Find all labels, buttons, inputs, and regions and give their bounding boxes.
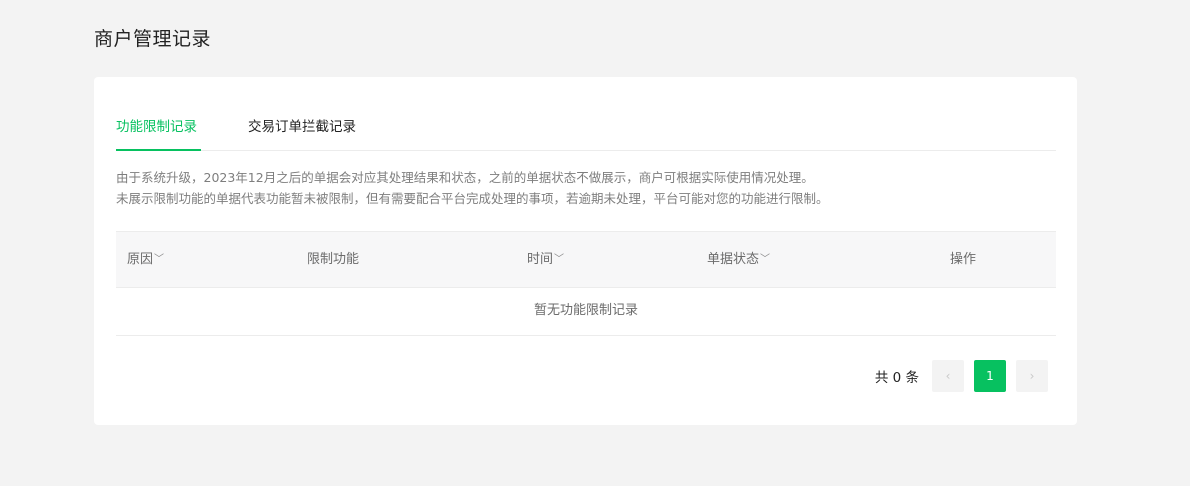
column-header-label: 单据状态 — [707, 252, 760, 267]
column-header-label: 限制功能 — [307, 252, 360, 267]
column-header-label: 操作 — [950, 252, 977, 267]
next-page-button[interactable]: › — [1016, 360, 1048, 392]
prev-page-button[interactable]: ‹ — [932, 360, 964, 392]
chevron-left-icon: ‹ — [945, 369, 951, 383]
page-button-current[interactable]: 1 — [974, 360, 1006, 392]
page: 商户管理记录 功能限制记录 交易订单拦截记录 由于系统升级，2023年12月之后… — [0, 0, 1190, 486]
chevron-down-icon: ﹀ — [554, 254, 565, 265]
column-header-label: 原因 — [127, 252, 154, 267]
column-header-restricted-function: 限制功能 — [307, 232, 359, 287]
chevron-down-icon: ﹀ — [154, 254, 165, 265]
table-header: 原因﹀ 限制功能 时间﹀ 单据状态﹀ 操作 — [116, 231, 1056, 288]
total-count: 共 0 条 — [874, 370, 919, 386]
empty-state: 暂无功能限制记录 — [116, 288, 1056, 336]
column-header-time[interactable]: 时间﹀ — [527, 232, 564, 287]
column-header-actions: 操作 — [950, 232, 976, 287]
records-table: 原因﹀ 限制功能 时间﹀ 单据状态﹀ 操作 暂无功能限制记录 — [116, 231, 1056, 336]
tab-bar: 功能限制记录 交易订单拦截记录 — [116, 116, 1056, 151]
chevron-right-icon: › — [1029, 369, 1035, 383]
notice-text: 由于系统升级，2023年12月之后的单据会对应其处理结果和状态，之前的单据状态不… — [116, 167, 1056, 209]
column-header-label: 时间 — [527, 252, 554, 267]
notice-line-2: 未展示限制功能的单据代表功能暂未被限制，但有需要配合平台完成处理的事项，若逾期未… — [116, 191, 829, 206]
records-card: 功能限制记录 交易订单拦截记录 由于系统升级，2023年12月之后的单据会对应其… — [94, 77, 1077, 425]
tab-function-restriction[interactable]: 功能限制记录 — [116, 116, 201, 151]
column-header-reason[interactable]: 原因﹀ — [127, 232, 164, 287]
column-header-status[interactable]: 单据状态﹀ — [707, 232, 770, 287]
tab-order-interception[interactable]: 交易订单拦截记录 — [248, 116, 356, 151]
pagination: 共 0 条 ‹ 1 › — [875, 360, 1048, 392]
page-title: 商户管理记录 — [94, 28, 212, 50]
chevron-down-icon: ﹀ — [760, 254, 771, 265]
notice-line-1: 由于系统升级，2023年12月之后的单据会对应其处理结果和状态，之前的单据状态不… — [116, 170, 814, 185]
